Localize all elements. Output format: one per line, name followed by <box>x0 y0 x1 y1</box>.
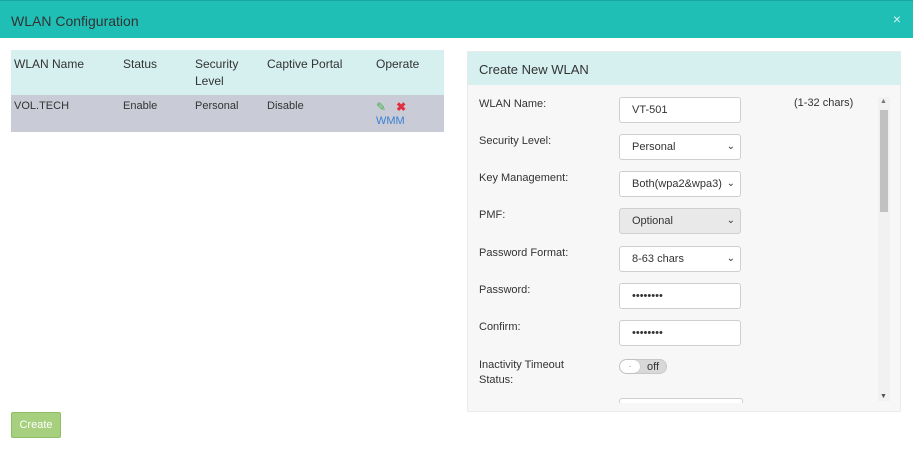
scrollbar-thumb[interactable] <box>880 110 888 212</box>
pmf-value: Optional <box>632 215 673 227</box>
chevron-down-icon: ⌄ <box>726 215 735 226</box>
pmf-label: PMF: <box>479 209 506 221</box>
dialog-title: WLAN Configuration <box>11 13 139 29</box>
inactivity-label-line1: Inactivity Timeout <box>479 359 564 371</box>
edit-icon[interactable]: ✎ <box>376 100 386 114</box>
password-value: •••••••• <box>632 290 663 302</box>
column-header-wlan-name: WLAN Name <box>11 50 120 95</box>
cell-captive-portal: Disable <box>264 95 373 132</box>
wlan-table: WLAN Name Status Security Level Captive … <box>11 50 444 132</box>
cell-wlan-name: VOL.TECH <box>11 95 120 132</box>
column-header-captive-portal: Captive Portal <box>264 50 373 95</box>
column-header-operate: Operate <box>373 50 444 95</box>
create-wlan-panel: Create New WLAN WLAN Name: VT-501 (1-32 … <box>467 51 901 412</box>
toggle-knob: . <box>620 360 640 373</box>
table-row[interactable]: VOL.TECH Enable Personal Disable ✎ ✖ WMM <box>11 95 444 132</box>
confirm-label: Confirm: <box>479 321 521 333</box>
password-input[interactable]: •••••••• <box>619 283 741 309</box>
password-format-select[interactable]: 8-63 chars ⌄ <box>619 246 741 272</box>
security-level-select[interactable]: Personal ⌄ <box>619 134 741 160</box>
scroll-down-icon[interactable]: ▼ <box>880 393 887 400</box>
form-scrollbar[interactable]: ▲ ▼ <box>878 97 890 401</box>
chevron-down-icon: ⌄ <box>726 178 735 189</box>
cell-status: Enable <box>120 95 192 132</box>
panel-title: Create New WLAN <box>468 52 900 85</box>
inactivity-timeout-toggle[interactable]: . off <box>619 359 667 374</box>
column-header-security-level: Security Level <box>192 50 264 95</box>
close-icon[interactable]: × <box>893 11 901 27</box>
pmf-select[interactable]: Optional ⌄ <box>619 208 741 234</box>
key-management-label: Key Management: <box>479 172 569 184</box>
inactivity-label-line2: Status: <box>479 374 514 386</box>
dialog-title-bar: WLAN Configuration × <box>0 0 913 38</box>
security-level-header-text: Security Level <box>195 57 239 88</box>
next-field-partial <box>619 398 743 403</box>
security-level-label: Security Level: <box>479 135 552 147</box>
wlan-name-hint: (1-32 chars) <box>794 97 854 109</box>
key-management-select[interactable]: Both(wpa2&wpa3) ⌄ <box>619 171 741 197</box>
security-level-value: Personal <box>632 141 676 153</box>
toggle-state-text: off <box>647 361 660 373</box>
delete-icon[interactable]: ✖ <box>396 100 406 114</box>
column-header-status: Status <box>120 50 192 95</box>
chevron-down-icon: ⌄ <box>726 141 735 152</box>
scroll-up-icon[interactable]: ▲ <box>880 98 887 105</box>
chevron-down-icon: ⌄ <box>726 253 735 264</box>
wmm-link[interactable]: WMM <box>376 115 441 127</box>
wlan-name-input[interactable]: VT-501 <box>619 97 741 123</box>
password-format-label: Password Format: <box>479 247 569 259</box>
confirm-input[interactable]: •••••••• <box>619 320 741 346</box>
cell-operate: ✎ ✖ WMM <box>373 95 444 132</box>
confirm-value: •••••••• <box>632 327 663 339</box>
password-label: Password: <box>479 284 531 296</box>
key-management-value: Both(wpa2&wpa3) <box>632 178 722 190</box>
wlan-name-label: WLAN Name: <box>479 98 547 110</box>
inactivity-timeout-label: Inactivity Timeout Status: <box>479 358 564 388</box>
password-format-value: 8-63 chars <box>632 253 684 265</box>
table-header-row: WLAN Name Status Security Level Captive … <box>11 50 444 95</box>
cell-security-level: Personal <box>192 95 264 132</box>
create-button[interactable]: Create <box>11 412 61 438</box>
create-wlan-form: WLAN Name: VT-501 (1-32 chars) Security … <box>468 85 900 411</box>
wlan-name-value: VT-501 <box>632 104 668 116</box>
